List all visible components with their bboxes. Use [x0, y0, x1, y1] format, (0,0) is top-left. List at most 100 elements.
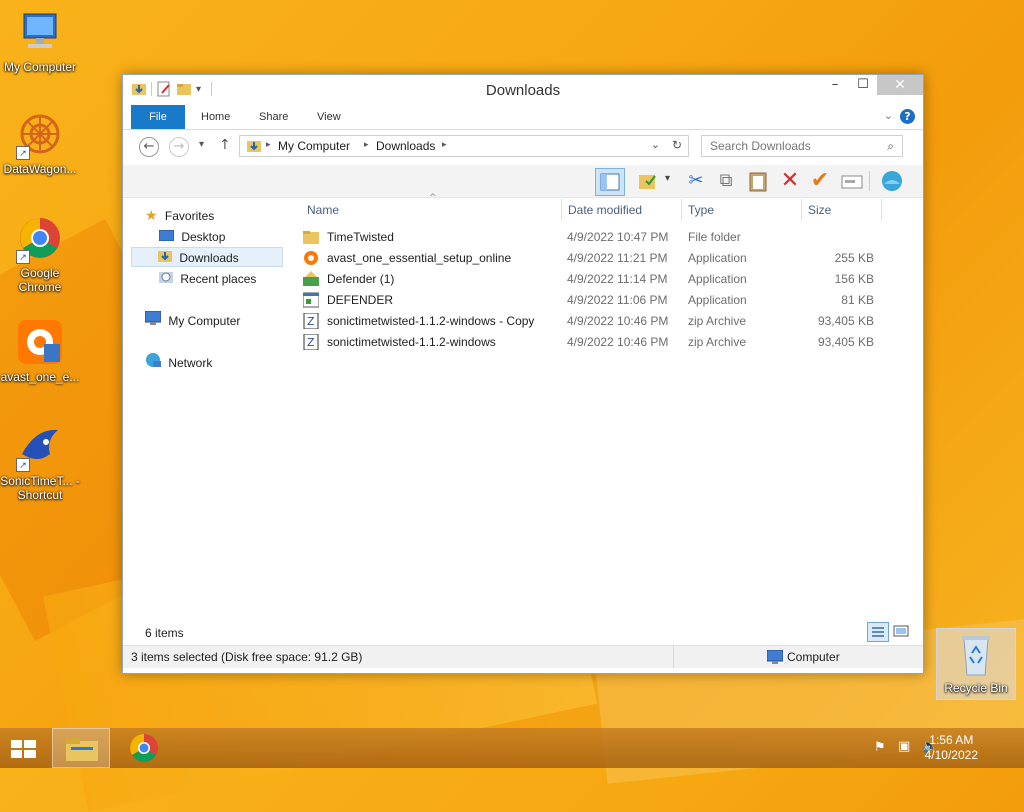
- zip-icon: Z: [303, 334, 319, 350]
- desktop-icon-my-computer[interactable]: My Computer: [0, 10, 80, 74]
- clock[interactable]: 1:56 AM 4/10/2022: [925, 733, 978, 763]
- navigation-pane: ★ Favorites Desktop Downloads Recent pla…: [129, 199, 289, 609]
- column-name[interactable]: Name: [307, 203, 339, 221]
- search-icon[interactable]: ⌕: [887, 136, 894, 156]
- desktop-icon-label: SonicTimeT... - Shortcut: [0, 474, 80, 502]
- file-row[interactable]: DEFENDER 4/9/2022 11:06 PM Application 8…: [301, 290, 901, 311]
- chrome-icon: [130, 734, 158, 762]
- selection-status: 3 items selected (Disk free space: 91.2 …: [131, 650, 363, 664]
- clock-time: 1:56 AM: [929, 733, 974, 747]
- refresh-icon[interactable]: ↻: [672, 138, 682, 152]
- column-size[interactable]: Size: [808, 203, 831, 221]
- file-date: 4/9/2022 10:46 PM: [567, 335, 669, 349]
- defender-app-icon: [303, 271, 319, 286]
- rename-icon[interactable]: [839, 168, 865, 194]
- preview-pane-button[interactable]: [595, 168, 625, 196]
- nav-desktop[interactable]: Desktop: [158, 227, 225, 247]
- file-name: Defender (1): [327, 272, 395, 286]
- desktop-icon-datawagon[interactable]: ↗ DataWagon...: [0, 112, 80, 176]
- nav-favorites[interactable]: ★ Favorites: [145, 205, 214, 225]
- column-date-modified[interactable]: Date modified: [568, 203, 642, 221]
- back-button[interactable]: ←: [139, 137, 159, 157]
- delete-icon[interactable]: ✕: [777, 168, 803, 194]
- details-view-button[interactable]: [867, 622, 889, 642]
- taskbar-file-explorer[interactable]: [52, 728, 110, 768]
- folder-down-icon: [158, 251, 172, 262]
- search-input[interactable]: Search Downloads ⌕: [701, 135, 903, 157]
- minimize-button[interactable]: –: [821, 75, 849, 95]
- desktop-icon-label: My Computer: [3, 60, 77, 74]
- cut-icon[interactable]: ✂: [683, 168, 709, 194]
- forward-button[interactable]: →: [169, 137, 189, 157]
- breadcrumb-downloads[interactable]: Downloads: [376, 139, 435, 153]
- nav-label: Network: [168, 356, 213, 370]
- address-dropdown-icon[interactable]: ⌄: [651, 138, 660, 151]
- network-tray-icon[interactable]: ▣: [898, 739, 910, 754]
- file-date: 4/9/2022 10:47 PM: [567, 230, 669, 244]
- large-icons-view-icon: [893, 625, 909, 637]
- help-icon[interactable]: ?: [900, 109, 915, 124]
- explorer-window[interactable]: ▾ Downloads – ☐ ✕ File Home Share View ⌄…: [122, 74, 924, 674]
- desktop-icon-label: avast_one_e...: [0, 370, 80, 384]
- file-row[interactable]: TimeTwisted 4/9/2022 10:47 PM File folde…: [301, 227, 901, 248]
- file-row[interactable]: Z sonictimetwisted-1.1.2-windows 4/9/202…: [301, 332, 901, 353]
- checkmark-icon[interactable]: ✔: [807, 168, 833, 194]
- column-separator[interactable]: [561, 199, 562, 221]
- organize-dropdown-icon[interactable]: ▾: [665, 173, 670, 184]
- tab-file[interactable]: File: [131, 105, 185, 129]
- tab-view[interactable]: View: [317, 105, 341, 129]
- paste-icon[interactable]: [745, 168, 771, 194]
- close-button[interactable]: ✕: [877, 75, 923, 95]
- column-separator[interactable]: [881, 199, 882, 221]
- column-type[interactable]: Type: [688, 203, 714, 221]
- column-separator[interactable]: [801, 199, 802, 221]
- file-row[interactable]: Z sonictimetwisted-1.1.2-windows - Copy …: [301, 311, 901, 332]
- title-bar[interactable]: ▾ Downloads – ☐ ✕: [123, 75, 923, 105]
- breadcrumb-chevron-icon: ▸: [266, 139, 271, 149]
- breadcrumb-my-computer[interactable]: My Computer: [278, 139, 350, 153]
- folder-icon: [303, 231, 319, 244]
- column-separator[interactable]: [681, 199, 682, 221]
- file-date: 4/9/2022 11:14 PM: [567, 272, 668, 286]
- separator: [673, 646, 674, 668]
- file-row[interactable]: Defender (1) 4/9/2022 11:14 PM Applicati…: [301, 269, 901, 290]
- taskbar-chrome[interactable]: [124, 730, 164, 766]
- action-center-icon[interactable]: ⚑: [874, 740, 886, 755]
- file-row[interactable]: avast_one_essential_setup_online 4/9/202…: [301, 248, 901, 269]
- recent-locations-icon[interactable]: ▾: [199, 139, 204, 150]
- status-bar-top: 6 items: [123, 620, 923, 644]
- recycle-bin-icon: [952, 631, 1000, 679]
- file-type: Application: [688, 251, 747, 265]
- large-icons-view-button[interactable]: [891, 622, 911, 640]
- network-icon: [146, 353, 161, 367]
- up-button[interactable]: ↑: [219, 137, 231, 153]
- maximize-button[interactable]: ☐: [849, 75, 877, 95]
- organize-folder-icon[interactable]: [635, 168, 661, 194]
- desktop-icon-recycle-bin[interactable]: Recycle Bin: [936, 628, 1016, 700]
- svg-text:Z: Z: [307, 315, 315, 328]
- desktop-icon-avast[interactable]: avast_one_e...: [0, 320, 80, 384]
- nav-network[interactable]: Network: [145, 353, 212, 373]
- file-name: avast_one_essential_setup_online: [327, 251, 512, 265]
- nav-my-computer[interactable]: My Computer: [144, 310, 240, 331]
- file-type: zip Archive: [688, 314, 747, 328]
- file-list: ^ Name Date modified Type Size TimeTwist…: [301, 193, 909, 609]
- svg-text:Z: Z: [307, 336, 315, 349]
- folder-down-icon: [247, 141, 261, 152]
- shortcut-arrow-icon: ↗: [16, 458, 30, 472]
- network-globe-icon[interactable]: [879, 168, 905, 194]
- tab-share[interactable]: Share: [259, 105, 288, 129]
- breadcrumb-chevron-icon: ▸: [364, 139, 369, 149]
- tab-home[interactable]: Home: [201, 105, 230, 129]
- avast-app-icon: [304, 251, 318, 265]
- nav-downloads[interactable]: Downloads: [131, 247, 283, 267]
- start-button[interactable]: [8, 736, 38, 762]
- desktop-icon-sonic[interactable]: ↗ SonicTimeT... - Shortcut: [0, 424, 80, 502]
- desktop-icon-chrome[interactable]: ↗ Google Chrome: [0, 216, 80, 294]
- ribbon-expand-icon[interactable]: ⌄: [884, 109, 893, 122]
- address-bar[interactable]: ▸ My Computer ▸ Downloads ▸ ⌄ ↻: [239, 135, 689, 157]
- file-date: 4/9/2022 10:46 PM: [567, 314, 669, 328]
- file-type: File folder: [688, 230, 741, 244]
- copy-icon[interactable]: ⧉: [713, 168, 739, 194]
- nav-recent-places[interactable]: Recent places: [159, 269, 256, 289]
